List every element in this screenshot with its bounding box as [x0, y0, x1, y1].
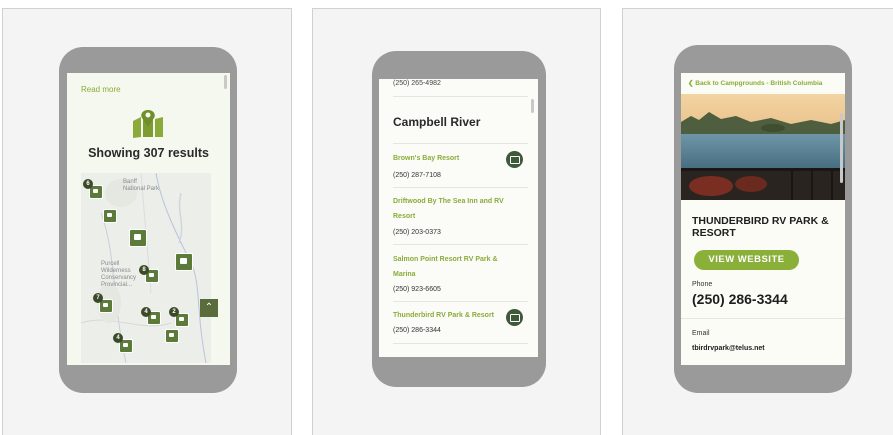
map-pin-icon: [133, 110, 163, 138]
cluster-badge[interactable]: 4: [113, 333, 123, 343]
park-name-heading: THUNDERBIRD RV PARK & RESORT: [692, 215, 829, 239]
divider: [393, 343, 528, 344]
scrollbar[interactable]: [531, 99, 534, 113]
cluster-badge[interactable]: 8: [139, 265, 149, 275]
listing-name[interactable]: Salmon Point Resort RV Park & Marina: [393, 252, 511, 282]
phone-screen: Read more Showing 307 results Banff Nati…: [67, 73, 230, 365]
park-photo: [681, 94, 845, 200]
city-heading: Campbell River: [393, 115, 481, 129]
rv-pin-icon[interactable]: [175, 253, 193, 271]
map-label-purcell: Purcell Wilderness Conservancy Provincial..…: [101, 261, 137, 288]
listing-name[interactable]: Driftwood By The Sea Inn and RV Resort: [393, 194, 511, 224]
divider: [393, 143, 528, 144]
view-website-button[interactable]: VIEW WEBSITE: [694, 250, 799, 270]
phone-screen: (250) 265-4982 Campbell River Brown's Ba…: [379, 79, 538, 357]
phone-frame: Read more Showing 307 results Banff Nati…: [59, 47, 237, 393]
cluster-badge[interactable]: 6: [83, 179, 93, 189]
read-more-link[interactable]: Read more: [81, 85, 121, 94]
divider: [393, 96, 528, 97]
divider: [681, 318, 845, 319]
cluster-badge[interactable]: 4: [141, 307, 151, 317]
listing-phone: (250) 265-4982: [393, 80, 441, 87]
listing-phone: (250) 923-6605: [393, 286, 441, 293]
map-label-banff: Banff National Park: [123, 179, 160, 192]
listing-phone: (250) 203-0373: [393, 229, 441, 236]
cluster-badge[interactable]: 2: [169, 307, 179, 317]
phone-frame: (250) 265-4982 Campbell River Brown's Ba…: [372, 51, 546, 387]
rv-pin-icon[interactable]: [129, 229, 147, 247]
phone-label: Phone: [692, 281, 713, 288]
phone-screen: ❮ Back to Campgrounds - British Columbia: [681, 73, 845, 365]
divider: [393, 187, 528, 188]
map-view[interactable]: Banff National Park Purcell Wilderness Cons…: [81, 173, 211, 363]
back-to-campgrounds-link[interactable]: ❮ Back to Campgrounds - British Columbia: [688, 79, 822, 87]
back-to-top-button[interactable]: ⌃: [200, 299, 218, 317]
mockup-panel-detail: ❮ Back to Campgrounds - British Columbia: [622, 8, 893, 435]
results-count: Showing 307 results: [88, 146, 209, 160]
scrollbar[interactable]: [224, 75, 227, 89]
phone-frame: ❮ Back to Campgrounds - British Columbia: [674, 45, 852, 393]
divider: [393, 301, 528, 302]
cluster-badge[interactable]: 7: [93, 293, 103, 303]
mockup-panel-list: (250) 265-4982 Campbell River Brown's Ba…: [312, 8, 601, 435]
listing-phone: (250) 287-7108: [393, 172, 441, 179]
scrollbar[interactable]: [840, 113, 843, 183]
mockup-panel-map: Read more Showing 307 results Banff Nati…: [2, 8, 292, 435]
photo-icon[interactable]: [506, 151, 523, 168]
divider: [393, 244, 528, 245]
listing-phone: (250) 286-3344: [393, 327, 441, 334]
chevron-up-icon: ⌃: [204, 302, 214, 313]
rv-pin-icon[interactable]: [165, 329, 179, 343]
email-label: Email: [692, 330, 710, 337]
photo-icon[interactable]: [506, 309, 523, 326]
listing-name[interactable]: Brown's Bay Resort: [393, 151, 511, 166]
rv-pin-icon[interactable]: [103, 209, 117, 223]
email-address[interactable]: tbirdrvpark@telus.net: [692, 345, 765, 352]
listing-name[interactable]: Thunderbird RV Park & Resort: [393, 308, 511, 323]
phone-number[interactable]: (250) 286-3344: [692, 291, 788, 307]
